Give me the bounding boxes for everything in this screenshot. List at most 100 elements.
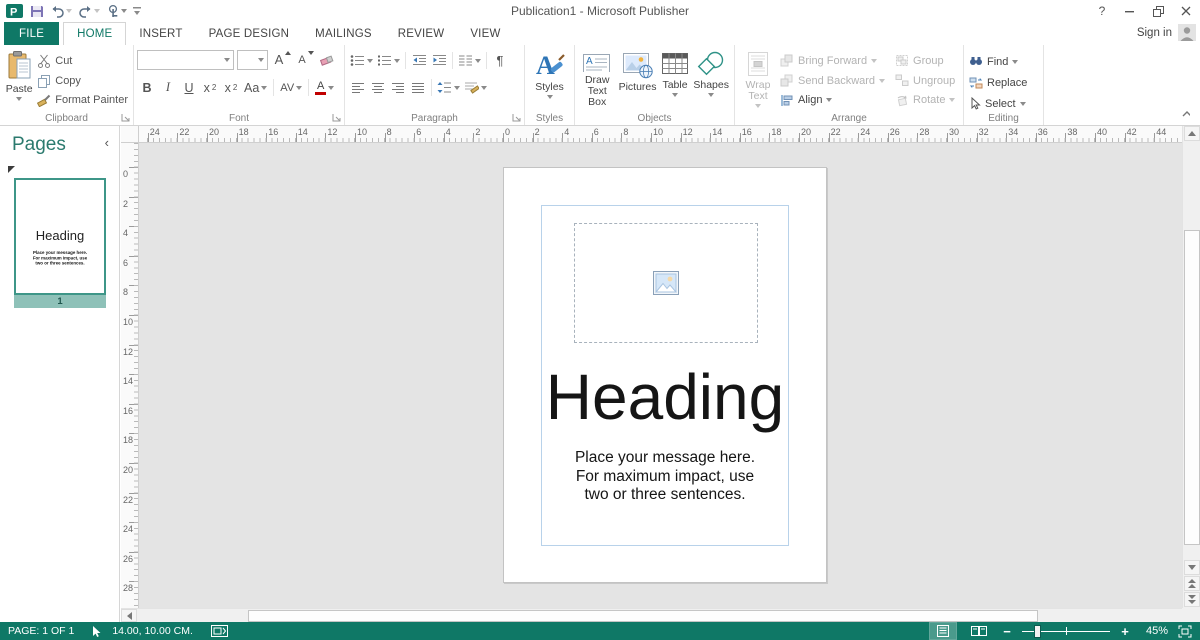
ungroup-button[interactable]: Ungroup: [893, 71, 957, 91]
cursor-position-icon: [92, 625, 102, 638]
object-size-icon[interactable]: [211, 625, 228, 637]
paragraph-shading-button[interactable]: [462, 77, 489, 98]
copy-button[interactable]: Copy: [35, 71, 130, 91]
thumbnail-body-text: Place your message here. For maximum imp…: [16, 250, 104, 266]
font-size-combo[interactable]: [237, 50, 268, 70]
close-button[interactable]: [1172, 0, 1200, 22]
wrap-text-button[interactable]: WrapText: [738, 49, 778, 110]
page-thumbnail[interactable]: Heading Place your message here. For max…: [14, 178, 106, 295]
shapes-button[interactable]: Shapes: [691, 49, 731, 110]
tab-mailings[interactable]: MAILINGS: [302, 22, 385, 45]
horizontal-ruler[interactable]: 2422201816141210864202468101214161820222…: [139, 126, 1182, 143]
find-button[interactable]: Find: [967, 51, 1040, 72]
publisher-logo-icon[interactable]: P: [6, 3, 24, 19]
heading-text-box[interactable]: Heading: [541, 365, 789, 429]
tab-page-design[interactable]: PAGE DESIGN: [196, 22, 303, 45]
collapse-pages-panel-icon[interactable]: ‹: [105, 138, 109, 148]
clipboard-dialog-launcher[interactable]: [121, 113, 131, 123]
bold-button[interactable]: B: [137, 77, 157, 98]
align-center-button[interactable]: [368, 77, 388, 98]
minimize-button[interactable]: [1116, 0, 1144, 22]
collapse-ribbon-button[interactable]: [1182, 111, 1190, 119]
bullets-button[interactable]: [348, 50, 375, 71]
horizontal-scrollbar[interactable]: [121, 608, 1182, 622]
table-button[interactable]: Table: [659, 49, 692, 110]
page-number-badge[interactable]: 1: [14, 295, 106, 308]
format-painter-button[interactable]: Format Painter: [35, 90, 130, 110]
vertical-scrollbar[interactable]: [1182, 126, 1200, 608]
group-button[interactable]: Group: [893, 51, 957, 71]
copy-icon: [37, 74, 51, 88]
vertical-scroll-thumb[interactable]: [1184, 230, 1200, 545]
underline-button[interactable]: U: [179, 77, 199, 98]
styles-button[interactable]: A Styles: [529, 49, 571, 110]
undo-button[interactable]: [50, 5, 72, 18]
tab-view[interactable]: VIEW: [457, 22, 513, 45]
superscript-button[interactable]: x2: [221, 77, 241, 98]
shrink-font-button[interactable]: A: [294, 49, 314, 70]
subscript-button[interactable]: x2: [200, 77, 220, 98]
cut-button[interactable]: Cut: [35, 51, 130, 71]
grow-font-button[interactable]: A: [271, 49, 291, 70]
decrease-indent-button[interactable]: [409, 50, 429, 71]
two-page-spread-view-button[interactable]: [966, 623, 992, 639]
increase-indent-button[interactable]: [429, 50, 449, 71]
pages-section-triangle-icon[interactable]: [8, 166, 15, 173]
canvas-workspace[interactable]: Heading Place your message here. For max…: [139, 143, 1182, 608]
body-text-box[interactable]: Place your message here. For maximum imp…: [532, 449, 798, 505]
character-spacing-button[interactable]: AV: [278, 77, 304, 98]
columns-button[interactable]: [456, 50, 483, 71]
font-name-combo[interactable]: [137, 50, 234, 70]
tab-file[interactable]: FILE: [4, 22, 59, 45]
font-color-button[interactable]: A: [313, 77, 336, 98]
clear-formatting-button[interactable]: [317, 49, 337, 70]
vertical-ruler[interactable]: 0246810121416182022242628: [121, 143, 139, 608]
tab-insert[interactable]: INSERT: [126, 22, 195, 45]
tab-review[interactable]: REVIEW: [385, 22, 458, 45]
help-button[interactable]: ?: [1088, 0, 1116, 22]
customize-quick-access-icon[interactable]: [133, 6, 141, 16]
send-backward-button[interactable]: Send Backward: [778, 71, 887, 91]
italic-button[interactable]: I: [158, 77, 178, 98]
rotate-button[interactable]: Rotate: [893, 90, 957, 110]
scroll-up-button[interactable]: [1184, 126, 1200, 141]
redo-button[interactable]: [78, 5, 100, 18]
zoom-in-button[interactable]: +: [1120, 624, 1130, 639]
page-indicator[interactable]: PAGE: 1 OF 1: [8, 625, 74, 637]
line-spacing-button[interactable]: [435, 77, 462, 98]
paste-button[interactable]: Paste: [3, 49, 35, 110]
change-case-button[interactable]: Aa: [242, 77, 269, 98]
save-icon[interactable]: [30, 4, 44, 18]
special-characters-button[interactable]: ¶: [490, 50, 510, 71]
publication-page[interactable]: Heading Place your message here. For max…: [503, 167, 827, 583]
align-left-button[interactable]: [348, 77, 368, 98]
zoom-slider[interactable]: [1022, 623, 1110, 639]
align-button[interactable]: Align: [778, 90, 887, 110]
tab-home[interactable]: HOME: [63, 22, 126, 45]
picture-placeholder[interactable]: [574, 223, 758, 343]
scroll-down-button[interactable]: [1184, 560, 1200, 575]
previous-page-button[interactable]: [1184, 576, 1200, 591]
draw-text-box-button[interactable]: A DrawText Box: [578, 49, 616, 110]
replace-button[interactable]: Replace: [967, 72, 1040, 93]
zoom-slider-thumb[interactable]: [1034, 625, 1041, 638]
select-button[interactable]: Select: [967, 93, 1040, 114]
align-right-button[interactable]: [388, 77, 408, 98]
zoom-out-button[interactable]: −: [1002, 624, 1012, 639]
justify-button[interactable]: [408, 77, 428, 98]
single-page-view-button[interactable]: [930, 623, 956, 639]
cursor-position[interactable]: 14.00, 10.00 CM.: [112, 625, 193, 637]
paragraph-dialog-launcher[interactable]: [512, 113, 522, 123]
next-page-button[interactable]: [1184, 592, 1200, 607]
restore-button[interactable]: [1144, 0, 1172, 22]
horizontal-scroll-thumb[interactable]: [248, 610, 1038, 622]
bring-forward-button[interactable]: Bring Forward: [778, 51, 887, 71]
pictures-button[interactable]: Pictures: [616, 49, 658, 110]
fit-page-button[interactable]: [1178, 625, 1192, 638]
font-dialog-launcher[interactable]: [332, 113, 342, 123]
zoom-level[interactable]: 45%: [1140, 625, 1168, 637]
numbering-button[interactable]: [375, 50, 402, 71]
sign-in[interactable]: Sign in: [1137, 24, 1196, 41]
touch-mode-button[interactable]: [106, 4, 127, 18]
scroll-left-button[interactable]: [121, 609, 137, 622]
